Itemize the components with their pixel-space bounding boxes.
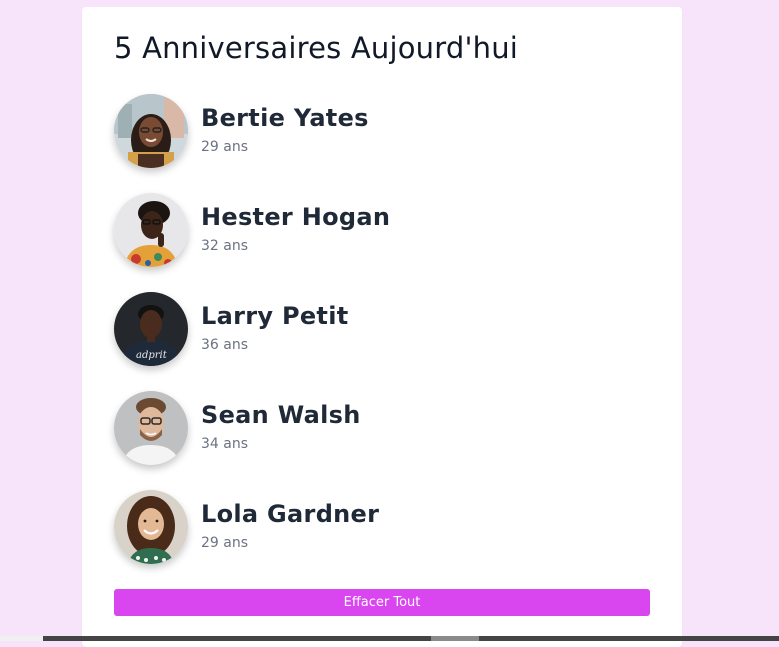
person-name: Bertie Yates <box>201 104 369 132</box>
person-age: 29 ans <box>201 535 249 551</box>
birthday-card: 5 Anniversaires Aujourd'hui Bertie Yates… <box>82 7 682 647</box>
avatar <box>114 193 188 267</box>
scrollbar-thumb[interactable] <box>431 636 479 641</box>
avatar <box>114 94 188 168</box>
clear-all-button[interactable]: Effacer Tout <box>114 589 650 616</box>
person-age: 29 ans <box>201 139 249 155</box>
list-item: Lola Gardner 29 ans <box>114 490 614 566</box>
scrollbar-track[interactable] <box>43 636 779 641</box>
list-item: Hester Hogan 32 ans <box>114 193 614 269</box>
list-item: adprit Larry Petit 36 ans <box>114 292 614 368</box>
person-age: 36 ans <box>201 337 249 353</box>
person-name: Larry Petit <box>201 302 349 330</box>
person-name: Sean Walsh <box>201 401 361 429</box>
person-name: Lola Gardner <box>201 500 380 528</box>
avatar <box>114 490 188 564</box>
person-age: 32 ans <box>201 238 249 254</box>
page-title: 5 Anniversaires Aujourd'hui <box>114 31 519 65</box>
person-age: 34 ans <box>201 436 249 452</box>
list-item: Bertie Yates 29 ans <box>114 94 614 170</box>
avatar <box>114 391 188 465</box>
svg-text:adprit: adprit <box>136 350 168 361</box>
avatar: adprit <box>114 292 188 366</box>
person-name: Hester Hogan <box>201 203 391 231</box>
list-item: Sean Walsh 34 ans <box>114 391 614 467</box>
horizontal-scrollbar[interactable] <box>0 636 779 641</box>
